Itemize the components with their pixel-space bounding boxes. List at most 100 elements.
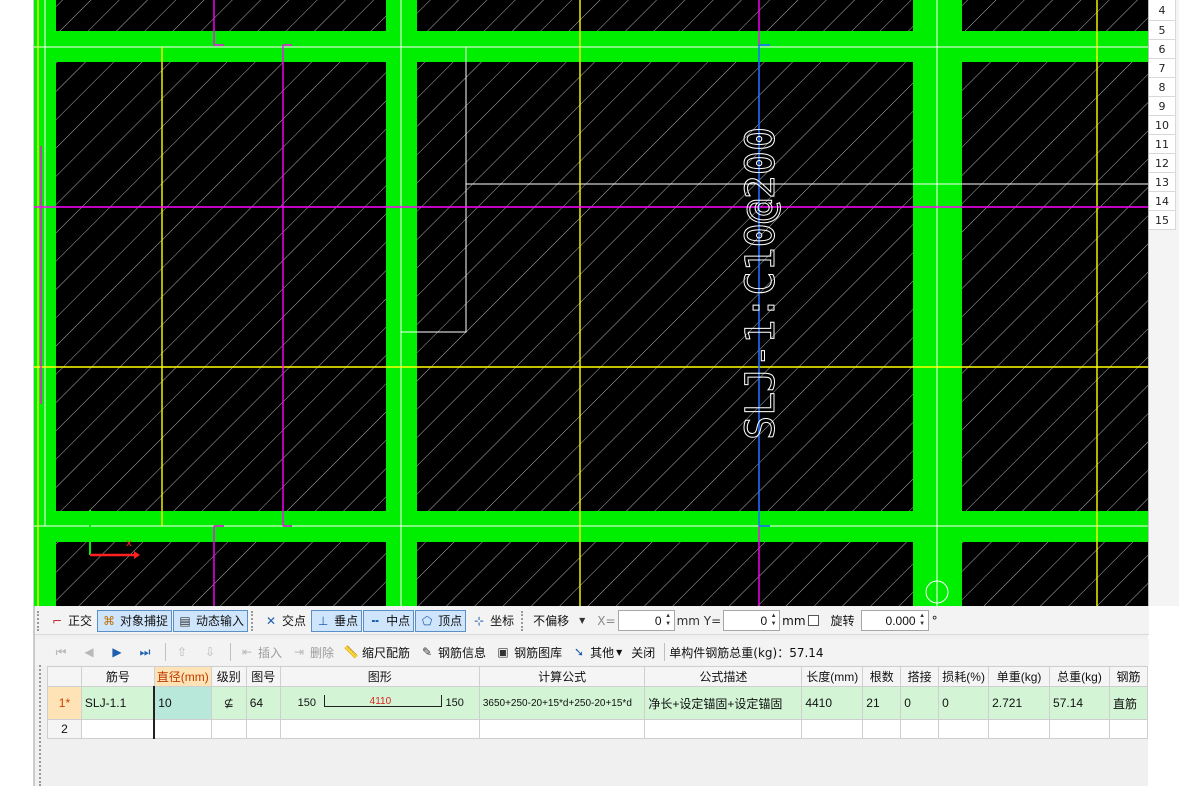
cell-diameter[interactable]: 10: [153, 686, 212, 720]
cell-formula[interactable]: 3650+250-20+15*d+250-20+15*d: [478, 686, 646, 720]
row-header[interactable]: 2: [47, 719, 82, 739]
cell-bar-no[interactable]: SLJ-1.1: [80, 686, 155, 720]
cell-description[interactable]: [644, 719, 803, 739]
spinner-icon[interactable]: ▲ ▼: [664, 612, 673, 629]
col-header-figure-no[interactable]: 图号: [245, 666, 281, 687]
dynamic-input-button[interactable]: ▤ 动态输入: [173, 609, 249, 632]
rebar-info-button[interactable]: ✎ 钢筋信息: [415, 641, 490, 663]
cad-drawing[interactable]: x SLJ-1:C10@200: [34, 0, 1148, 606]
cell-figure-no[interactable]: [245, 719, 281, 739]
cell-unit-weight[interactable]: [988, 719, 1051, 739]
row-header[interactable]: 1*: [47, 686, 82, 720]
cell-count[interactable]: [862, 719, 902, 739]
cell-total-weight[interactable]: [1049, 719, 1110, 739]
cell-count[interactable]: 21: [862, 686, 902, 720]
col-header-type[interactable]: 钢筋: [1108, 666, 1149, 687]
midpoint-button[interactable]: ╍ 中点: [363, 609, 415, 632]
cell-total-weight[interactable]: 57.14: [1049, 686, 1110, 720]
offset-select[interactable]: 不偏移 ▼: [529, 611, 589, 631]
cell-figure-no[interactable]: 64: [245, 686, 281, 720]
y-input[interactable]: 0 ▲ ▼: [723, 610, 781, 631]
other-button[interactable]: ➘ 其他 ▼: [567, 641, 626, 663]
scale-rebar-button[interactable]: 📏 缩尺配筋: [339, 641, 414, 663]
rotate-checkbox[interactable]: [807, 615, 819, 626]
panel-grip[interactable]: [39, 650, 42, 786]
arrow-up-icon: ⇧: [176, 645, 188, 659]
col-header-diameter[interactable]: 直径(mm): [153, 666, 212, 687]
col-header-shape[interactable]: 图形: [279, 666, 480, 687]
cell-diameter[interactable]: [153, 719, 212, 739]
perpendicular-button[interactable]: ⊥ 垂点: [311, 609, 363, 632]
col-header-rownum: [47, 666, 82, 687]
rebar-table[interactable]: 筋号 直径(mm) 级别 图号 图形 计算公式 公式描述 长度(mm) 根数 搭…: [47, 666, 1149, 739]
vertex-icon: ⬠: [421, 613, 433, 628]
cad-canvas[interactable]: x SLJ-1:C10@200: [34, 0, 1148, 606]
spinner-icon[interactable]: ▲ ▼: [769, 612, 778, 629]
col-header-count[interactable]: 根数: [862, 666, 902, 687]
first-record-button[interactable]: ⏮: [49, 641, 76, 663]
next-record-button[interactable]: ▶: [105, 641, 132, 663]
close-button[interactable]: 关闭: [627, 641, 659, 663]
insert-button[interactable]: ⇤ 插入: [235, 641, 286, 663]
cell-type[interactable]: [1108, 719, 1149, 739]
cell-length[interactable]: [801, 719, 864, 739]
cell-description[interactable]: 净长+设定锚固+设定锚固: [644, 686, 803, 720]
vertex-label: 顶点: [438, 614, 463, 628]
intersection-icon: ✕: [266, 613, 277, 628]
cell-loss[interactable]: [938, 719, 990, 739]
object-snap-button[interactable]: ⌘ 对象捕捉: [97, 609, 173, 632]
rotate-input[interactable]: 0.000 ▲ ▼: [860, 610, 929, 631]
toolbar-grip[interactable]: [521, 610, 526, 631]
app-window: x SLJ-1:C10@200 4 5 6 7 8 9 10 11 12 13 …: [0, 0, 1179, 786]
cell-bar-no[interactable]: [80, 719, 155, 739]
x-input[interactable]: 0 ▲ ▼: [617, 610, 675, 631]
ortho-button[interactable]: ⌐ 正交: [45, 610, 96, 632]
dynamic-input-icon: ▤: [179, 613, 191, 628]
rebar-library-button[interactable]: ▣ 钢筋图库: [491, 641, 566, 663]
table-row[interactable]: 2: [47, 719, 1149, 739]
left-gutter: [0, 0, 34, 786]
cell-grade[interactable]: [210, 719, 247, 739]
col-header-description[interactable]: 公式描述: [644, 666, 803, 687]
cell-grade[interactable]: ⊈: [210, 686, 247, 720]
degree-unit: °: [931, 613, 938, 628]
last-record-button[interactable]: ⏭: [133, 641, 160, 663]
toolbar-grip[interactable]: [37, 610, 42, 631]
separator: [165, 643, 166, 661]
cell-lap[interactable]: 0: [900, 686, 940, 720]
prev-icon: ◀: [84, 645, 94, 659]
cell-length[interactable]: 4410: [801, 686, 864, 720]
cell-lap[interactable]: [900, 719, 940, 739]
delete-icon: ⇥: [293, 645, 305, 659]
col-header-unit-weight[interactable]: 单重(kg): [988, 666, 1051, 687]
move-down-button[interactable]: ⇩: [198, 641, 225, 663]
cell-shape[interactable]: 150 4110 150: [279, 686, 480, 720]
coordinate-button[interactable]: ⊹ 坐标: [467, 610, 518, 632]
row-number: 9: [1149, 97, 1176, 116]
rebar-label[interactable]: SLJ-1:C10@200: [738, 126, 785, 440]
ortho-label: 正交: [68, 614, 93, 628]
delete-label: 删除: [310, 645, 335, 660]
col-header-lap[interactable]: 搭接: [900, 666, 940, 687]
col-header-total-weight[interactable]: 总重(kg): [1049, 666, 1110, 687]
cell-shape[interactable]: [279, 719, 480, 739]
col-header-formula[interactable]: 计算公式: [478, 666, 646, 687]
col-header-grade[interactable]: 级别: [210, 666, 247, 687]
toolbar-grip[interactable]: [251, 610, 256, 631]
cell-loss[interactable]: 0: [938, 686, 990, 720]
delete-button[interactable]: ⇥ 删除: [287, 641, 338, 663]
prev-record-button[interactable]: ◀: [77, 641, 104, 663]
col-header-length[interactable]: 长度(mm): [801, 666, 864, 687]
shape-mid-value: 4110: [369, 695, 392, 707]
move-up-button[interactable]: ⇧: [170, 641, 197, 663]
cell-type[interactable]: 直筋: [1108, 686, 1149, 720]
vertex-button[interactable]: ⬠ 顶点: [415, 609, 467, 632]
col-header-loss[interactable]: 损耗(%): [938, 666, 990, 687]
cell-unit-weight[interactable]: 2.721: [988, 686, 1051, 720]
perpendicular-icon: ⊥: [317, 613, 329, 628]
table-row[interactable]: 1* SLJ-1.1 10 ⊈ 64 150 4110 150 3650+250…: [47, 686, 1149, 720]
spinner-icon[interactable]: ▲ ▼: [918, 612, 927, 629]
col-header-bar-no[interactable]: 筋号: [80, 666, 155, 687]
cell-formula[interactable]: [478, 719, 646, 739]
intersection-button[interactable]: ✕ 交点: [259, 610, 310, 632]
